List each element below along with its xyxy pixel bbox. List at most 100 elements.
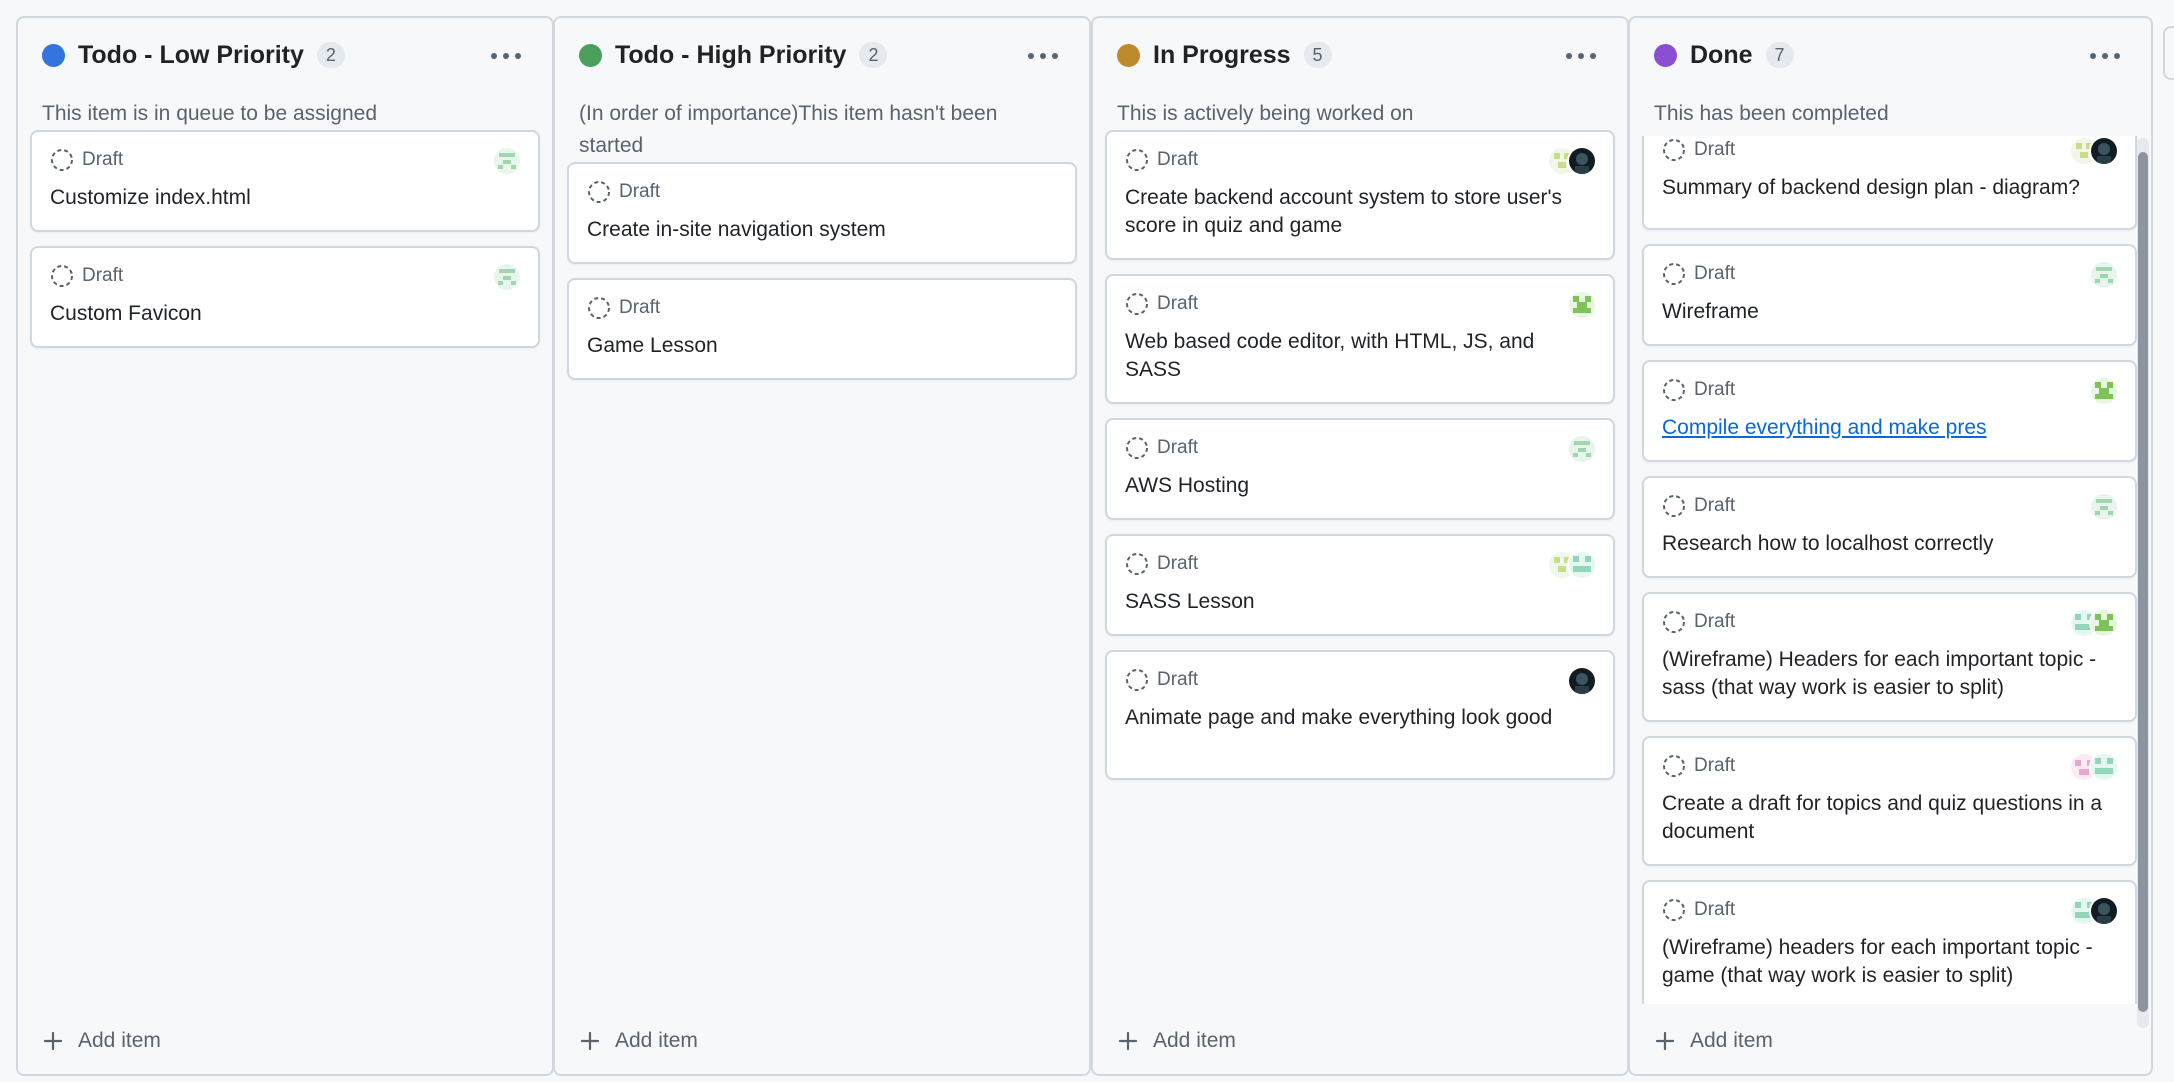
assignees[interactable] [2069, 752, 2119, 782]
card[interactable]: Draft Wireframe [1642, 244, 2137, 346]
add-item-button[interactable]: Add item [579, 1026, 698, 1056]
assignees[interactable] [492, 262, 522, 292]
card[interactable]: Draft AWS Hosting [1105, 418, 1615, 520]
card[interactable]: Draft Web based code editor, with HTML, … [1105, 274, 1615, 404]
card-title[interactable]: AWS Hosting [1125, 472, 1595, 500]
draft-label: Draft [1694, 611, 1736, 632]
add-item-button[interactable]: Add item [1117, 1026, 1236, 1056]
assignees[interactable] [1547, 550, 1597, 580]
draft-issue-icon [1662, 262, 1686, 286]
card-list: Draft Create backend account system to s… [1105, 18, 1615, 1074]
item-count-badge: 7 [1765, 42, 1794, 68]
card-title[interactable]: (Wireframe) headers for each important t… [1662, 934, 2117, 990]
column-todo-low-priority: Todo - Low Priority 2 This item is in qu… [16, 16, 554, 1076]
draft-issue-icon [1662, 378, 1686, 402]
plus-icon [579, 1030, 601, 1052]
card[interactable]: Draft Custom Favicon [30, 246, 540, 348]
draft-label: Draft [1694, 899, 1736, 920]
card-title[interactable]: (Wireframe) Headers for each important t… [1662, 646, 2117, 702]
card[interactable]: Draft Create in-site navigation system [567, 162, 1077, 264]
draft-label: Draft [82, 265, 124, 286]
avatar[interactable] [492, 262, 522, 292]
avatar[interactable] [2089, 752, 2119, 782]
draft-label: Draft [619, 181, 661, 202]
draft-label: Draft [1157, 293, 1199, 314]
assignees[interactable] [2069, 608, 2119, 638]
card[interactable]: Draft Create a draft for topics and quiz… [1642, 736, 2137, 866]
card-title[interactable]: Web based code editor, with HTML, JS, an… [1125, 328, 1595, 384]
card-title[interactable]: Wireframe [1662, 298, 2117, 326]
column-menu-button[interactable] [2085, 44, 2125, 68]
avatar[interactable] [2089, 896, 2119, 926]
card-title[interactable]: Create in-site navigation system [587, 216, 1057, 244]
assignees[interactable] [1567, 290, 1597, 320]
avatar[interactable] [1567, 550, 1597, 580]
assignees[interactable] [2089, 376, 2119, 406]
column-header: Done 7 [1654, 38, 1794, 72]
card-scroll-area[interactable]: Draft Summary of backend design plan - d… [1630, 136, 2151, 1004]
card-title[interactable]: Create a draft for topics and quiz quest… [1662, 790, 2117, 846]
draft-label: Draft [1157, 437, 1199, 458]
draft-label: Draft [1694, 263, 1736, 284]
card[interactable]: Draft Research how to localhost correctl… [1642, 476, 2137, 578]
draft-label: Draft [82, 149, 124, 170]
avatar[interactable] [2089, 492, 2119, 522]
avatar[interactable] [2089, 260, 2119, 290]
plus-icon [1654, 1030, 1676, 1052]
add-item-button[interactable]: Add item [42, 1026, 161, 1056]
card-title[interactable]: Create backend account system to store u… [1125, 184, 1595, 240]
card-list: Draft Create in-site navigation system D… [567, 18, 1077, 1074]
card-title-link[interactable]: Compile everything and make pres [1662, 414, 2117, 442]
avatar[interactable] [492, 146, 522, 176]
avatar[interactable] [1567, 666, 1597, 696]
draft-issue-icon [1125, 668, 1149, 692]
avatar[interactable] [1567, 290, 1597, 320]
assignees[interactable] [2089, 260, 2119, 290]
kebab-horizontal-icon [2090, 53, 2120, 59]
plus-icon [42, 1030, 64, 1052]
draft-label: Draft [1694, 139, 1736, 160]
card[interactable]: Draft (Wireframe) Headers for each impor… [1642, 592, 2137, 722]
card[interactable]: Draft Summary of backend design plan - d… [1642, 136, 2137, 230]
assignees[interactable] [1567, 434, 1597, 464]
card-title[interactable]: SASS Lesson [1125, 588, 1595, 616]
draft-label: Draft [1157, 149, 1199, 170]
card[interactable]: Draft Game Lesson [567, 278, 1077, 380]
column-todo-high-priority: Todo - High Priority 2 (In order of impo… [553, 16, 1091, 1076]
add-item-label: Add item [615, 1029, 698, 1052]
card-list: Draft Summary of backend design plan - d… [1642, 136, 2137, 1004]
card-title[interactable]: Game Lesson [587, 332, 1057, 360]
card-title[interactable]: Customize index.html [50, 184, 520, 212]
card[interactable]: Draft Compile everything and make pres [1642, 360, 2137, 462]
draft-issue-icon [1125, 436, 1149, 460]
draft-label: Draft [1157, 669, 1199, 690]
assignees[interactable] [1567, 666, 1597, 696]
card-title[interactable]: Animate page and make everything look go… [1125, 704, 1595, 732]
avatar[interactable] [1567, 146, 1597, 176]
avatar[interactable] [1567, 434, 1597, 464]
avatar[interactable] [2089, 608, 2119, 638]
card-title[interactable]: Custom Favicon [50, 300, 520, 328]
draft-issue-icon [587, 180, 611, 204]
assignees[interactable] [1547, 146, 1597, 176]
scrollbar[interactable] [2137, 138, 2149, 1028]
assignees[interactable] [2069, 896, 2119, 926]
scrollbar-thumb[interactable] [2138, 152, 2148, 1012]
card[interactable]: Draft Customize index.html [30, 130, 540, 232]
card[interactable]: Draft Animate page and make everything l… [1105, 650, 1615, 780]
assignees[interactable] [2089, 492, 2119, 522]
add-item-label: Add item [78, 1029, 161, 1052]
card-title[interactable]: Research how to localhost correctly [1662, 530, 2117, 558]
avatar[interactable] [2089, 136, 2119, 166]
card-list: Draft Customize index.html Draft Custom … [30, 18, 540, 1074]
assignees[interactable] [492, 146, 522, 176]
card[interactable]: Draft Create backend account system to s… [1105, 130, 1615, 260]
card[interactable]: Draft (Wireframe) headers for each impor… [1642, 880, 2137, 1004]
avatar[interactable] [2089, 376, 2119, 406]
card[interactable]: Draft SASS Lesson [1105, 534, 1615, 636]
draft-issue-icon [1662, 898, 1686, 922]
card-title[interactable]: Summary of backend design plan - diagram… [1662, 174, 2117, 202]
assignees[interactable] [2069, 136, 2119, 166]
column-title: Done [1690, 40, 1753, 69]
add-item-button[interactable]: Add item [1654, 1026, 1773, 1056]
